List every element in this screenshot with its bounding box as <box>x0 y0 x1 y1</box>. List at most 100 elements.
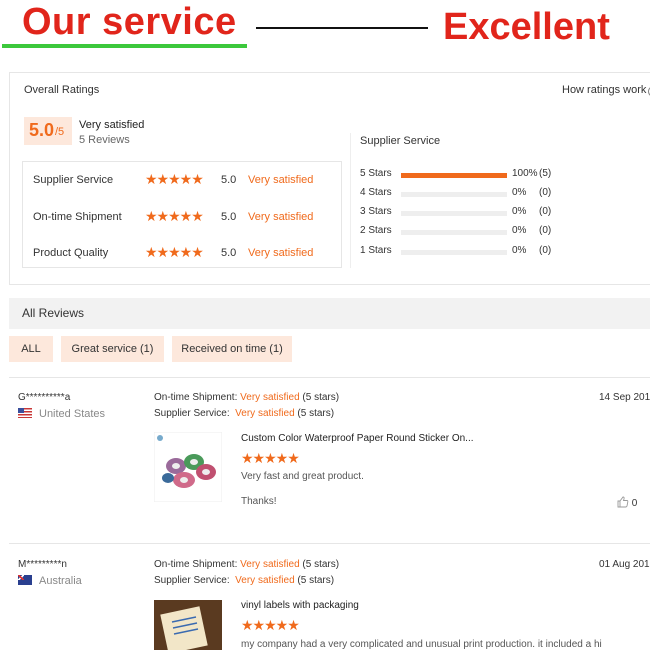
distribution-label: 4 Stars <box>360 187 392 198</box>
service-rating-value: Very satisfied <box>235 408 295 419</box>
distribution-label: 1 Stars <box>360 245 392 256</box>
service-rating-label: Supplier Service: <box>154 575 230 586</box>
ratings-divider <box>350 133 351 268</box>
distribution-row: 5 Stars 100% (5) <box>360 168 610 182</box>
distribution-label: 2 Stars <box>360 225 392 236</box>
reviewer-country-name: United States <box>39 408 106 420</box>
product-thumbnail[interactable] <box>154 432 222 502</box>
criteria-row: Supplier Service ★★★★★ 5.0 Very satisfie… <box>23 162 341 197</box>
reviewer-name: G**********a <box>18 392 71 403</box>
filter-received-on-time-button[interactable]: Received on time (1) <box>172 336 292 362</box>
distribution-row: 1 Stars 0% (0) <box>360 245 610 259</box>
criteria-label: Product Quality <box>33 247 109 259</box>
ratings-title: Overall Ratings <box>24 84 100 96</box>
distribution-count: (5) <box>539 168 552 179</box>
distribution-percent: 0% <box>512 245 527 256</box>
service-rating: Supplier Service: Very satisfied (5 star… <box>154 575 334 586</box>
review-item: G**********a United States On-time Shipm… <box>0 392 650 537</box>
thumbs-up-icon <box>617 496 629 508</box>
product-link[interactable]: vinyl labels with packaging <box>241 600 359 611</box>
shipment-rating: On-time Shipment: Very satisfied (5 star… <box>154 559 339 570</box>
review-date: 01 Aug 201 <box>599 559 650 570</box>
distribution-row: 3 Stars 0% (0) <box>360 206 610 220</box>
overall-score: 5.0 <box>29 120 55 140</box>
review-stars: ★★★★★ <box>241 450 300 466</box>
distribution-label: 5 Stars <box>360 168 392 179</box>
how-ratings-work-label: How ratings work <box>562 84 647 96</box>
banner-underline <box>2 44 247 48</box>
distribution-bar <box>401 211 507 216</box>
criteria-stars: ★★★★★ <box>145 208 204 224</box>
distribution-count: (0) <box>539 206 552 217</box>
criteria-row: On-time Shipment ★★★★★ 5.0 Very satisfie… <box>23 198 341 233</box>
criteria-satisfaction: Very satisfied <box>248 211 314 223</box>
distribution-percent: 0% <box>512 225 527 236</box>
review-text: Thanks! <box>241 496 277 507</box>
criteria-score: 5.0 <box>221 247 237 259</box>
overall-score-max: /5 <box>55 126 65 138</box>
like-button[interactable]: 0 <box>617 496 637 509</box>
product-thumbnail[interactable] <box>154 600 222 650</box>
promo-banner: Our service Excellent <box>0 0 650 55</box>
criteria-score: 5.0 <box>221 174 237 186</box>
product-link[interactable]: Custom Color Waterproof Paper Round Stic… <box>241 433 474 444</box>
reviewer-country: United States <box>18 408 105 420</box>
reviewer-country: Australia <box>18 575 82 587</box>
banner-rule <box>256 27 428 29</box>
distribution-bar-fill <box>401 173 507 178</box>
distribution-percent: 0% <box>512 187 527 198</box>
au-flag-icon <box>18 575 32 585</box>
all-reviews-header: All Reviews <box>9 298 650 329</box>
distribution-title: Supplier Service <box>360 135 441 147</box>
reviews-divider <box>9 543 650 544</box>
ratings-card: Overall Ratings How ratings work? 5.0 /5… <box>9 72 650 285</box>
service-rating-value: Very satisfied <box>235 575 295 586</box>
overall-satisfaction: Very satisfied <box>79 119 145 131</box>
review-text: Very fast and great product. <box>241 471 364 482</box>
like-count: 0 <box>631 498 638 509</box>
review-stars: ★★★★★ <box>241 617 300 633</box>
criteria-table: Supplier Service ★★★★★ 5.0 Very satisfie… <box>22 161 342 268</box>
distribution-bar <box>401 250 507 255</box>
service-rating-stars: (5 stars) <box>297 408 335 419</box>
distribution-count: (0) <box>539 187 552 198</box>
criteria-score: 5.0 <box>221 211 237 223</box>
service-rating: Supplier Service: Very satisfied (5 star… <box>154 408 334 419</box>
shipment-rating: On-time Shipment: Very satisfied (5 star… <box>154 392 339 403</box>
criteria-label: Supplier Service <box>33 174 114 186</box>
criteria-label: On-time Shipment <box>33 211 122 223</box>
shipment-rating-value: Very satisfied <box>240 559 300 570</box>
shipment-rating-label: On-time Shipment: <box>154 392 238 403</box>
filter-great-service-button[interactable]: Great service (1) <box>61 336 164 362</box>
service-rating-stars: (5 stars) <box>297 575 335 586</box>
filter-all-button[interactable]: ALL <box>9 336 53 362</box>
reviews-divider <box>9 377 650 378</box>
reviewer-name: M*********n <box>18 559 67 570</box>
shipment-rating-value: Very satisfied <box>240 392 300 403</box>
criteria-stars: ★★★★★ <box>145 244 204 260</box>
distribution-row: 2 Stars 0% (0) <box>360 225 610 239</box>
distribution-bar <box>401 230 507 235</box>
criteria-satisfaction: Very satisfied <box>248 247 314 259</box>
shipment-rating-stars: (5 stars) <box>302 559 340 570</box>
distribution-count: (0) <box>539 245 552 256</box>
shipment-rating-stars: (5 stars) <box>302 392 340 403</box>
review-date: 14 Sep 201 <box>599 392 650 403</box>
us-flag-icon <box>18 408 32 418</box>
reviews-count: 5 Reviews <box>79 134 130 146</box>
shipment-rating-label: On-time Shipment: <box>154 559 238 570</box>
service-rating-label: Supplier Service: <box>154 408 230 419</box>
distribution-percent: 100% <box>512 168 538 179</box>
banner-word: Excellent <box>443 6 610 48</box>
distribution-percent: 0% <box>512 206 527 217</box>
how-ratings-work-link[interactable]: How ratings work? <box>562 84 650 97</box>
all-reviews-title: All Reviews <box>22 306 85 320</box>
reviewer-country-name: Australia <box>39 575 82 587</box>
distribution-bar <box>401 173 507 178</box>
distribution-bar <box>401 192 507 197</box>
criteria-row: Product Quality ★★★★★ 5.0 Very satisfied <box>23 234 341 269</box>
distribution-count: (0) <box>539 225 552 236</box>
review-item: M*********n Australia On-time Shipment: … <box>0 559 650 650</box>
banner-title: Our service <box>22 1 237 43</box>
distribution-row: 4 Stars 0% (0) <box>360 187 610 201</box>
